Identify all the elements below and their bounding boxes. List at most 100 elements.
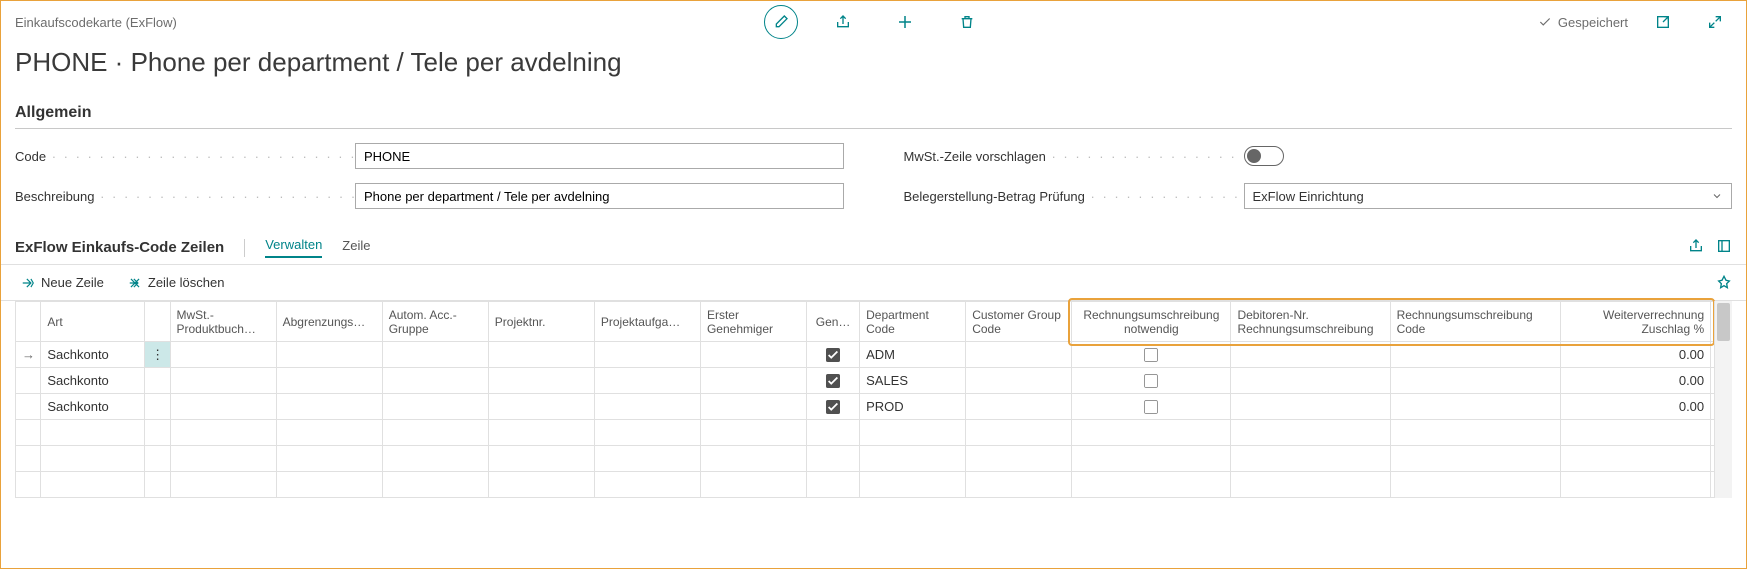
- cell-debitor[interactable]: [1231, 368, 1390, 394]
- cell-reinv-req[interactable]: [1072, 342, 1231, 368]
- delete-button[interactable]: [950, 5, 984, 39]
- col-deptcode[interactable]: Department Code: [860, 302, 966, 342]
- row-indicator: [16, 368, 41, 394]
- cell-deferral[interactable]: [276, 368, 382, 394]
- page-title: PHONE · Phone per department / Tele per …: [1, 43, 1746, 90]
- popout-button[interactable]: [1646, 5, 1680, 39]
- cell-autoacc[interactable]: [382, 368, 488, 394]
- cell-reinv-req[interactable]: [1072, 368, 1231, 394]
- cell-firstapprover[interactable]: [700, 368, 806, 394]
- cell-custgroup[interactable]: [966, 368, 1072, 394]
- table-row[interactable]: Sachkonto PROD 0.00: [16, 394, 1732, 420]
- cell-art[interactable]: Sachkonto: [41, 342, 145, 368]
- tab-line[interactable]: Zeile: [342, 238, 370, 257]
- pin-button[interactable]: [1716, 275, 1732, 294]
- lines-share-button[interactable]: [1688, 238, 1704, 257]
- table-row[interactable]: Sachkonto SALES 0.00: [16, 368, 1732, 394]
- cell-deferral[interactable]: [276, 394, 382, 420]
- code-label: Code: [15, 149, 355, 164]
- cell-vatprod[interactable]: [170, 368, 276, 394]
- breadcrumb: Einkaufscodekarte (ExFlow): [15, 15, 177, 30]
- cell-debitor[interactable]: [1231, 394, 1390, 420]
- vertical-scrollbar[interactable]: [1714, 301, 1732, 498]
- table-row-empty[interactable]: [16, 420, 1732, 446]
- cell-approved[interactable]: [807, 342, 860, 368]
- new-button[interactable]: [888, 5, 922, 39]
- cell-deferral[interactable]: [276, 342, 382, 368]
- col-reinv-code[interactable]: Rechnungsumschreibung Code: [1390, 302, 1561, 342]
- cell-firstapprover[interactable]: [700, 342, 806, 368]
- doc-amount-label: Belegerstellung-Betrag Prüfung: [904, 189, 1244, 204]
- cell-approved[interactable]: [807, 394, 860, 420]
- delete-line-button[interactable]: Zeile löschen: [128, 275, 225, 290]
- cell-dept[interactable]: PROD: [860, 394, 966, 420]
- col-approved[interactable]: Gen…: [807, 302, 860, 342]
- cell-projecttask[interactable]: [594, 342, 700, 368]
- cell-debitor[interactable]: [1231, 342, 1390, 368]
- cell-vatprod[interactable]: [170, 394, 276, 420]
- cell-approved[interactable]: [807, 368, 860, 394]
- col-deferral[interactable]: Abgrenzungs…: [276, 302, 382, 342]
- row-indicator: [16, 394, 41, 420]
- lines-grid[interactable]: Art MwSt.-Produktbuch… Abgrenzungs… Auto…: [15, 301, 1732, 498]
- cell-art[interactable]: Sachkonto: [41, 368, 145, 394]
- saved-indicator: Gespeichert: [1538, 15, 1628, 30]
- cell-projectno[interactable]: [488, 394, 594, 420]
- cell-reinv-code[interactable]: [1390, 368, 1561, 394]
- code-input[interactable]: [355, 143, 844, 169]
- col-surcharge[interactable]: Weiterverrechnung Zuschlag %: [1561, 302, 1711, 342]
- vat-suggest-toggle[interactable]: [1244, 146, 1284, 166]
- cell-reinv-code[interactable]: [1390, 342, 1561, 368]
- col-projecttask[interactable]: Projektaufga…: [594, 302, 700, 342]
- row-menu-button[interactable]: [145, 394, 170, 420]
- lines-title: ExFlow Einkaufs-Code Zeilen: [15, 239, 224, 256]
- cell-reinv-req[interactable]: [1072, 394, 1231, 420]
- description-label: Beschreibung: [15, 189, 355, 204]
- col-firstapprover[interactable]: Erster Genehmiger: [700, 302, 806, 342]
- table-row[interactable]: →Sachkonto⋮ ADM 0.00: [16, 342, 1732, 368]
- cell-dept[interactable]: ADM: [860, 342, 966, 368]
- col-art[interactable]: Art: [41, 302, 145, 342]
- row-menu-button[interactable]: [145, 368, 170, 394]
- col-autoacc[interactable]: Autom. Acc.-Gruppe: [382, 302, 488, 342]
- cell-surcharge[interactable]: 0.00: [1561, 342, 1711, 368]
- cell-projectno[interactable]: [488, 368, 594, 394]
- cell-vatprod[interactable]: [170, 342, 276, 368]
- row-indicator: →: [16, 342, 41, 368]
- section-general-title: Allgemein: [15, 90, 1732, 129]
- doc-amount-dropdown[interactable]: ExFlow Einrichtung: [1244, 183, 1733, 209]
- cell-reinv-code[interactable]: [1390, 394, 1561, 420]
- chevron-down-icon: [1711, 190, 1723, 202]
- cell-custgroup[interactable]: [966, 394, 1072, 420]
- col-vat-prod[interactable]: MwSt.-Produktbuch…: [170, 302, 276, 342]
- col-selector: [16, 302, 41, 342]
- tab-manage[interactable]: Verwalten: [265, 237, 322, 258]
- cell-firstapprover[interactable]: [700, 394, 806, 420]
- share-button[interactable]: [826, 5, 860, 39]
- cell-projecttask[interactable]: [594, 394, 700, 420]
- cell-autoacc[interactable]: [382, 394, 488, 420]
- lines-expand-button[interactable]: [1716, 238, 1732, 257]
- collapse-button[interactable]: [1698, 5, 1732, 39]
- vat-suggest-label: MwSt.-Zeile vorschlagen: [904, 149, 1244, 164]
- cell-autoacc[interactable]: [382, 342, 488, 368]
- row-menu-button[interactable]: ⋮: [145, 342, 170, 368]
- table-row-empty[interactable]: [16, 472, 1732, 498]
- table-row-empty[interactable]: [16, 446, 1732, 472]
- new-line-button[interactable]: Neue Zeile: [21, 275, 104, 290]
- description-input[interactable]: [355, 183, 844, 209]
- cell-surcharge[interactable]: 0.00: [1561, 394, 1711, 420]
- cell-dept[interactable]: SALES: [860, 368, 966, 394]
- cell-art[interactable]: Sachkonto: [41, 394, 145, 420]
- col-menu: [145, 302, 170, 342]
- col-projectno[interactable]: Projektnr.: [488, 302, 594, 342]
- col-reinv-req[interactable]: Rechnungsumschreibung notwendig: [1072, 302, 1231, 342]
- col-custgroup[interactable]: Customer Group Code: [966, 302, 1072, 342]
- edit-button[interactable]: [764, 5, 798, 39]
- cell-projectno[interactable]: [488, 342, 594, 368]
- cell-surcharge[interactable]: 0.00: [1561, 368, 1711, 394]
- separator: [244, 239, 245, 257]
- col-debitor[interactable]: Debitoren-Nr. Rechnungsumschreibung: [1231, 302, 1390, 342]
- cell-custgroup[interactable]: [966, 342, 1072, 368]
- cell-projecttask[interactable]: [594, 368, 700, 394]
